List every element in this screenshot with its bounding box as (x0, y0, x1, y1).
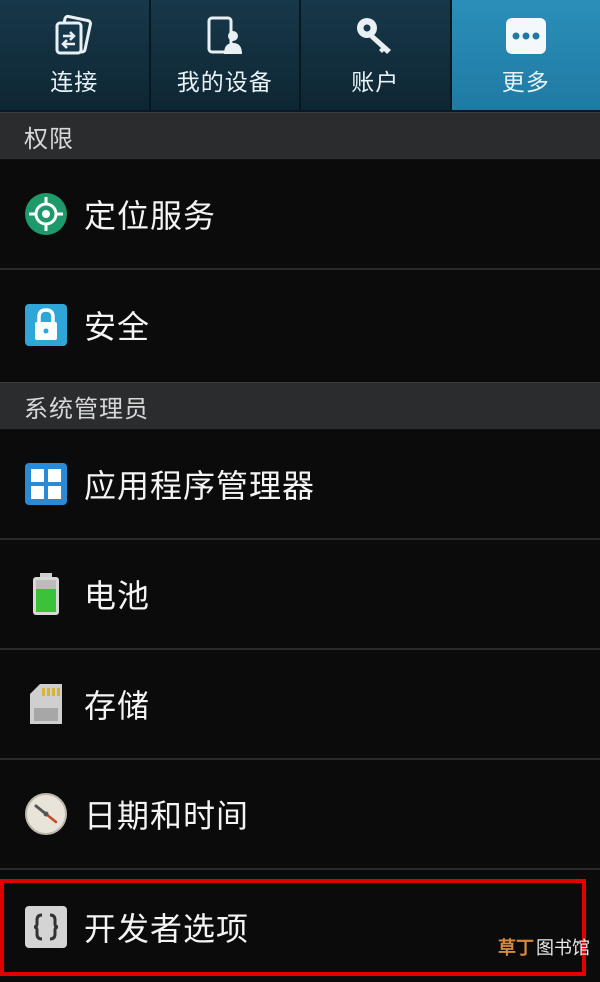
braces-icon (24, 905, 68, 949)
list-item-label: 开发者选项 (84, 910, 250, 948)
list-item-label: 存储 (84, 687, 151, 725)
sd-card-icon (24, 682, 68, 726)
app-grid-icon (24, 462, 68, 506)
list-item-label: 电池 (84, 577, 151, 615)
tab-connections[interactable]: 连接 (0, 0, 151, 110)
list-item-label: 定位服务 (84, 197, 217, 235)
watermark: 草丁 图书馆 (498, 934, 590, 960)
tab-my-device[interactable]: 我的设备 (150, 0, 301, 110)
lock-icon (24, 303, 68, 347)
tab-label: 更多 (501, 70, 550, 96)
connections-icon (50, 13, 98, 59)
my-device-icon (201, 13, 249, 59)
clock-icon (24, 792, 68, 836)
section-header-permissions: 权限 (0, 112, 600, 160)
list-item-storage[interactable]: 存储 (0, 650, 600, 760)
list-item-label: 应用程序管理器 (84, 467, 316, 505)
section-title: 系统管理员 (24, 394, 149, 423)
tab-bar: 连接 我的设备 账户 更多 (0, 0, 600, 112)
tab-label: 我的设备 (176, 70, 273, 96)
list-item-label: 日期和时间 (84, 797, 250, 835)
section-title: 权限 (24, 124, 74, 153)
location-icon (24, 192, 68, 236)
tab-accounts[interactable]: 账户 (301, 0, 452, 110)
list-item-developer-options[interactable]: 开发者选项 (0, 872, 600, 982)
tab-label: 连接 (50, 70, 99, 96)
battery-icon (24, 572, 68, 616)
list-item-date-time[interactable]: 日期和时间 (0, 760, 600, 870)
tab-more[interactable]: 更多 (451, 0, 600, 110)
list-item-app-manager[interactable]: 应用程序管理器 (0, 430, 600, 540)
more-icon (502, 13, 550, 59)
key-icon (351, 13, 399, 59)
section-header-system-admin: 系统管理员 (0, 382, 600, 430)
list-item-battery[interactable]: 电池 (0, 540, 600, 650)
tab-label: 账户 (351, 70, 400, 96)
list-item-location[interactable]: 定位服务 (0, 160, 600, 270)
watermark-text: 图书馆 (536, 938, 590, 959)
list-item-security[interactable]: 安全 (0, 270, 600, 380)
watermark-text: 草丁 (498, 938, 534, 959)
list-item-label: 安全 (84, 308, 151, 346)
